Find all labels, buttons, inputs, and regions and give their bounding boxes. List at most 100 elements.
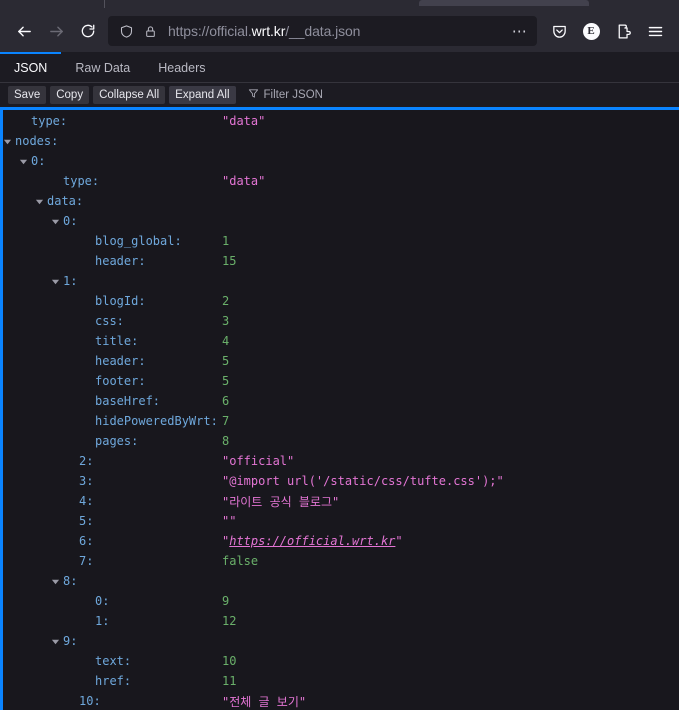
json-value: "official" xyxy=(222,454,295,468)
url-prefix: https://official. xyxy=(168,23,252,39)
json-tree-panel[interactable]: type: "data" nodes: 0: type: "data" data: 0: blo… xyxy=(0,107,679,710)
json-key: nodes: xyxy=(15,134,59,148)
json-key: type: xyxy=(63,174,100,188)
json-key: hidePoweredByWrt: xyxy=(95,414,218,428)
json-row[interactable]: 6: "https://official.wrt.kr" xyxy=(3,531,679,551)
reload-button[interactable] xyxy=(72,15,104,47)
json-key: blogId: xyxy=(95,294,146,308)
filter-json-label: Filter JSON xyxy=(263,89,323,101)
json-row[interactable]: type: "data" xyxy=(3,171,679,191)
chevron-down-icon[interactable] xyxy=(50,216,60,226)
json-key: title: xyxy=(95,334,139,348)
chevron-down-icon[interactable] xyxy=(50,636,60,646)
copy-button[interactable]: Copy xyxy=(50,86,90,104)
json-row[interactable]: footer: 5 xyxy=(3,371,679,391)
json-row[interactable]: title: 4 xyxy=(3,331,679,351)
forward-button[interactable] xyxy=(40,15,72,47)
json-value: 15 xyxy=(222,254,237,268)
json-key: data: xyxy=(47,194,84,208)
json-key: 0: xyxy=(31,154,46,168)
json-key: css: xyxy=(95,314,124,328)
json-row[interactable]: 4: "라이트 공식 블로그" xyxy=(3,491,679,511)
chevron-down-icon[interactable] xyxy=(3,136,12,146)
json-key: 1: xyxy=(63,274,78,288)
json-row[interactable]: 5: "" xyxy=(3,511,679,531)
json-key: 7: xyxy=(79,554,94,568)
json-value: 5 xyxy=(222,354,230,368)
json-row[interactable]: baseHref: 6 xyxy=(3,391,679,411)
padlock-icon[interactable] xyxy=(138,19,162,43)
filter-json-input[interactable]: Filter JSON xyxy=(248,88,323,102)
shield-icon[interactable] xyxy=(114,19,138,43)
pocket-icon[interactable] xyxy=(543,15,575,47)
json-key: 9: xyxy=(63,634,78,648)
json-row[interactable]: 9: xyxy=(3,631,679,651)
json-row[interactable]: 10: "전체 글 보기" xyxy=(3,691,679,710)
json-value: 2 xyxy=(222,294,230,308)
json-row[interactable]: blogId: 2 xyxy=(3,291,679,311)
expand-all-button[interactable]: Expand All xyxy=(169,86,236,104)
account-avatar-icon[interactable]: E xyxy=(575,15,607,47)
json-row-list: type: "data" nodes: 0: type: "data" data: 0: blo… xyxy=(3,110,679,710)
tab-json[interactable]: JSON xyxy=(0,52,62,82)
json-row[interactable]: text: 10 xyxy=(3,651,679,671)
save-button[interactable]: Save xyxy=(8,86,47,104)
url-text[interactable]: https://official.wrt.kr/__data.json xyxy=(162,23,507,39)
tab-separator xyxy=(104,0,105,8)
json-row[interactable]: header: 15 xyxy=(3,251,679,271)
tab-headers[interactable]: Headers xyxy=(144,52,219,82)
url-bar[interactable]: https://official.wrt.kr/__data.json ⋯ xyxy=(108,16,537,46)
json-row[interactable]: hidePoweredByWrt: 7 xyxy=(3,411,679,431)
json-key: pages: xyxy=(95,434,139,448)
json-value: 9 xyxy=(222,594,230,608)
json-row[interactable]: 0: xyxy=(3,151,679,171)
tab-raw-data[interactable]: Raw Data xyxy=(61,52,144,82)
json-key: text: xyxy=(95,654,132,668)
json-key: 8: xyxy=(63,574,78,588)
json-value: 1 xyxy=(222,234,230,248)
json-key: 2: xyxy=(79,454,94,468)
ellipsis-icon[interactable]: ⋯ xyxy=(507,19,533,43)
json-row[interactable]: 8: xyxy=(3,571,679,591)
chevron-down-icon[interactable] xyxy=(50,276,60,286)
chevron-down-icon[interactable] xyxy=(18,156,28,166)
json-value: "라이트 공식 블로그" xyxy=(222,494,340,509)
json-value: "전체 글 보기" xyxy=(222,694,307,709)
chevron-down-icon[interactable] xyxy=(34,196,44,206)
json-viewer-tabs: JSON Raw Data Headers xyxy=(0,52,679,83)
tab-ghost xyxy=(419,0,589,6)
json-key: 6: xyxy=(79,534,94,548)
json-row[interactable]: css: 3 xyxy=(3,311,679,331)
json-row[interactable]: nodes: xyxy=(3,131,679,151)
collapse-all-button[interactable]: Collapse All xyxy=(93,86,166,104)
json-row[interactable]: 0: 9 xyxy=(3,591,679,611)
json-row[interactable]: 3: "@import url('/static/css/tufte.css');… xyxy=(3,471,679,491)
json-key: baseHref: xyxy=(95,394,161,408)
json-row[interactable]: 1: xyxy=(3,271,679,291)
json-row[interactable]: header: 5 xyxy=(3,351,679,371)
json-row[interactable]: 2: "official" xyxy=(3,451,679,471)
json-key: 1: xyxy=(95,614,110,628)
hamburger-menu-icon[interactable] xyxy=(639,15,671,47)
json-row[interactable]: 7: false xyxy=(3,551,679,571)
json-row[interactable]: 1: 12 xyxy=(3,611,679,631)
back-button[interactable] xyxy=(8,15,40,47)
avatar-initial: E xyxy=(582,22,600,40)
json-viewer-toolbar: Save Copy Collapse All Expand All Filter… xyxy=(0,83,679,107)
json-value: 5 xyxy=(222,374,230,388)
json-value: 6 xyxy=(222,394,230,408)
json-key: footer: xyxy=(95,374,146,388)
json-row[interactable]: type: "data" xyxy=(3,111,679,131)
chevron-down-icon[interactable] xyxy=(50,576,60,586)
json-key: href: xyxy=(95,674,132,688)
json-row[interactable]: 0: xyxy=(3,211,679,231)
browser-navigation-toolbar: https://official.wrt.kr/__data.json ⋯ E xyxy=(0,10,679,52)
json-row[interactable]: href: 11 xyxy=(3,671,679,691)
json-row[interactable]: blog_global: 1 xyxy=(3,231,679,251)
json-row[interactable]: pages: 8 xyxy=(3,431,679,451)
json-value-link[interactable]: "https://official.wrt.kr" xyxy=(222,534,403,548)
json-value: 11 xyxy=(222,674,237,688)
extensions-icon[interactable] xyxy=(607,15,639,47)
json-row[interactable]: data: xyxy=(3,191,679,211)
json-value: 3 xyxy=(222,314,230,328)
